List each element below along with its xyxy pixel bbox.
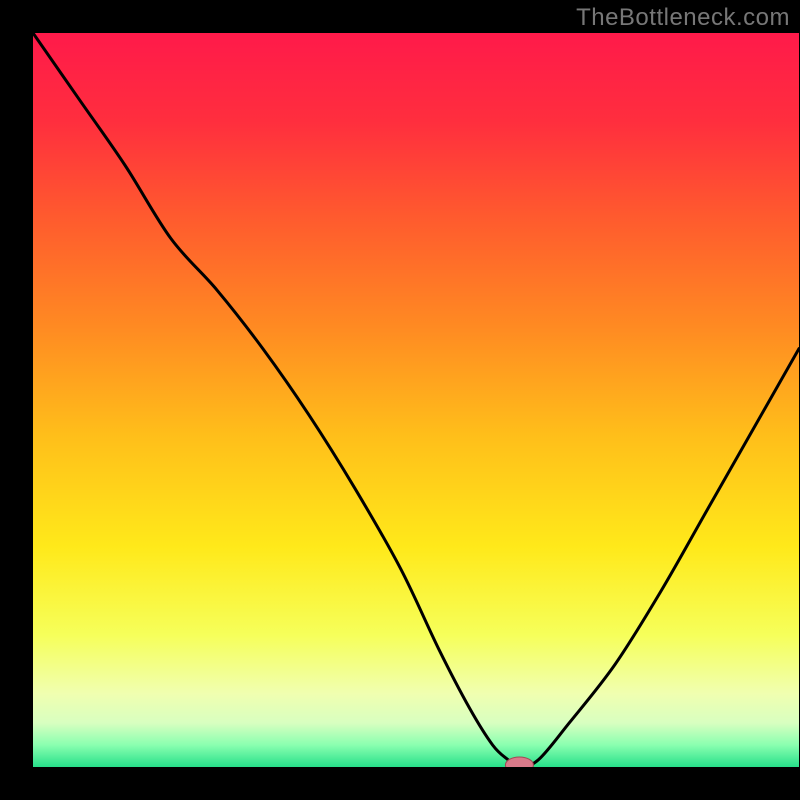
plot-svg: [33, 33, 799, 767]
chart-frame: TheBottleneck.com: [0, 0, 800, 800]
watermark-text: TheBottleneck.com: [576, 4, 790, 32]
bottleneck-plot: [33, 33, 799, 767]
plot-background: [33, 33, 799, 767]
